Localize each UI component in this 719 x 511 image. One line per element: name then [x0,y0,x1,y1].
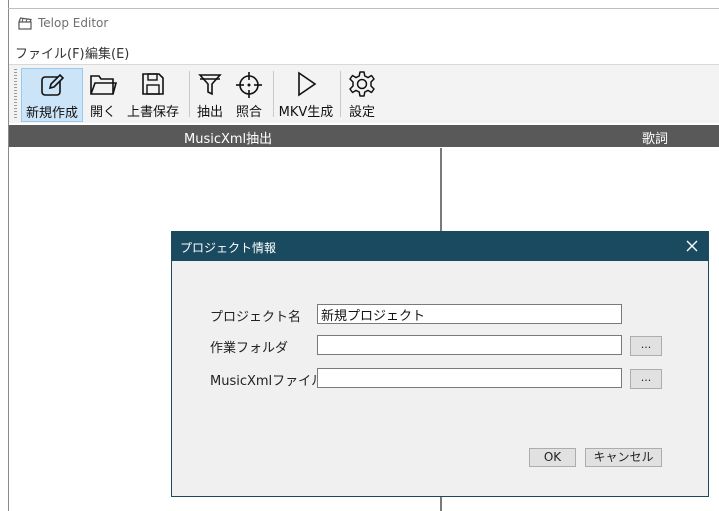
extract-label: 抽出 [196,105,223,120]
project-name-label: プロジェクト名 [210,310,302,325]
save-icon [142,73,164,95]
title-bar[interactable]: Telop Editor [9,9,719,39]
new-project-button[interactable]: 新規作成 [21,68,83,122]
musicxml-file-label: MusicXmlファイル [210,374,325,389]
musicxml-file-browse-button[interactable]: ... [630,369,662,389]
mkv-generate-label: MKV生成 [278,105,334,120]
project-name-input[interactable] [317,304,622,324]
ok-button[interactable]: OK [529,448,576,467]
extract-button[interactable]: 抽出 [193,68,227,122]
toolbar-grip[interactable] [14,69,17,119]
window-title: Telop Editor [38,16,109,30]
save-button[interactable]: 上書保存 [123,68,183,122]
mkv-generate-button[interactable]: MKV生成 [277,68,335,122]
toolbar: 新規作成 開く 上書保存 抽出 照合 MKV生成 設定 [9,64,719,123]
filter-icon [198,74,222,96]
main-window: Telop Editor ファイル(F) 編集(E) 新規作成 開く 上書保存 … [0,0,719,511]
open-button[interactable]: 開く [85,68,121,122]
musicxml-extract-header: MusicXml抽出 [184,132,273,147]
folder-open-icon [90,75,118,95]
toolbar-separator [189,71,190,117]
toolbar-separator [340,71,341,117]
close-icon[interactable] [684,238,700,254]
work-folder-browse-button[interactable]: ... [630,336,662,356]
panel-header-bar: MusicXml抽出 歌詞 [9,125,719,147]
new-project-label: 新規作成 [25,106,78,121]
play-icon [298,71,317,97]
collate-button[interactable]: 照合 [231,68,267,122]
open-label: 開く [89,105,116,120]
settings-label: 設定 [348,105,375,120]
project-info-dialog: プロジェクト情報 プロジェクト名 作業フォルダ ... MusicXmlファイル… [171,231,709,497]
clapperboard-icon [18,17,32,30]
toolbar-separator [273,71,274,117]
new-edit-icon [41,73,65,96]
save-label: 上書保存 [126,105,179,120]
collate-label: 照合 [235,105,262,120]
cancel-button[interactable]: キャンセル [585,448,662,467]
settings-button[interactable]: 設定 [344,68,380,122]
work-folder-label: 作業フォルダ [210,341,289,356]
menu-file[interactable]: ファイル(F) [15,43,85,62]
menu-bar: ファイル(F) 編集(E) [9,40,719,62]
gear-icon [349,71,375,97]
menu-edit[interactable]: 編集(E) [85,43,129,62]
dialog-title-bar[interactable]: プロジェクト情報 [172,232,708,261]
musicxml-file-input[interactable] [317,368,622,388]
dialog-title: プロジェクト情報 [180,241,277,255]
work-folder-input[interactable] [317,335,622,355]
crosshair-icon [236,72,262,98]
lyrics-header: 歌詞 [642,132,669,147]
